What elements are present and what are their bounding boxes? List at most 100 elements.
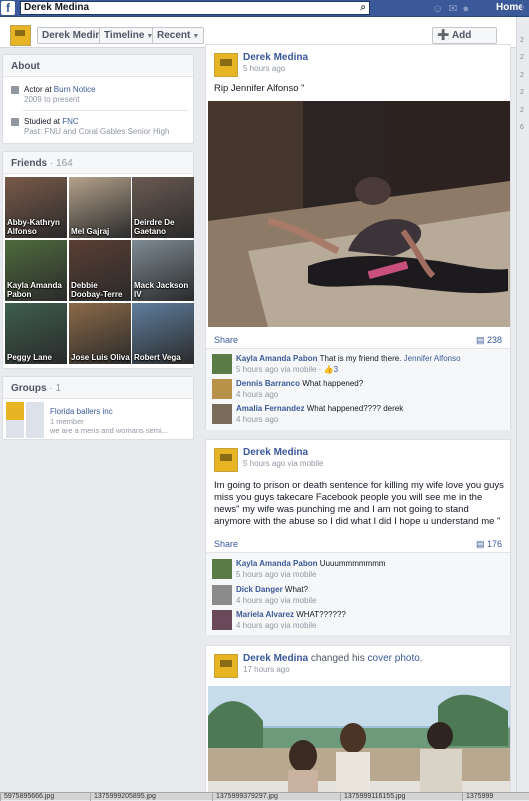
- group-thumbnail[interactable]: [6, 420, 24, 438]
- friend-tile[interactable]: Deirdre De Gaetano: [132, 177, 194, 238]
- post-timestamp[interactable]: 17 hours ago: [243, 665, 290, 674]
- post-photo[interactable]: [208, 101, 510, 327]
- commenter-avatar[interactable]: [212, 585, 232, 605]
- about-title: About: [11, 61, 40, 72]
- comment-meta: 4 hours ago via mobile: [236, 596, 317, 605]
- friend-name[interactable]: Mack Jackson IV: [134, 281, 194, 299]
- post-timestamp[interactable]: 5 hours ago via mobile: [243, 459, 324, 468]
- search-input[interactable]: Derek Medina ⌕: [20, 1, 370, 15]
- group-name-link[interactable]: Florida ballers inc: [50, 407, 113, 416]
- author-name-link[interactable]: Derek Medina: [243, 447, 308, 458]
- friend-name[interactable]: Debbie Doobay-Terre: [71, 281, 131, 299]
- friend-tile[interactable]: Abby-Kathryn Alfonso: [5, 177, 67, 238]
- comment-meta: 5 hours ago via mobile ·: [236, 365, 324, 374]
- comment-text: WHAT??????: [296, 610, 346, 619]
- post-timestamp[interactable]: 5 hours ago: [243, 64, 285, 73]
- cover-photo-image: [208, 686, 510, 794]
- group-description: we are a mens and womans semi...: [50, 426, 168, 435]
- search-icon[interactable]: ⌕: [360, 2, 366, 14]
- search-value: Derek Medina: [24, 2, 90, 13]
- timeline-label: Timeline: [104, 30, 145, 41]
- group-thumbnail[interactable]: [6, 402, 24, 420]
- action-end: .: [419, 653, 423, 664]
- friend-name[interactable]: Abby-Kathryn Alfonso: [7, 218, 67, 236]
- share-link[interactable]: Share: [214, 539, 238, 549]
- burn-notice-link[interactable]: Burn Notice: [54, 85, 96, 94]
- author-avatar[interactable]: [214, 53, 238, 77]
- groups-card: Groups · 1 Florida ballers inc 1 member …: [2, 376, 194, 440]
- comment-item: Dick Danger What? 4 hours ago via mobile: [212, 585, 502, 609]
- commenter-name-link[interactable]: Mariela Alvarez: [236, 610, 294, 619]
- commenter-avatar[interactable]: [212, 610, 232, 630]
- add-friend-button[interactable]: ➕ Add Friend: [432, 27, 497, 56]
- share-count[interactable]: ▤ 176: [476, 539, 502, 550]
- friend-tile[interactable]: Debbie Doobay-Terre: [69, 240, 131, 301]
- friend-name[interactable]: Robert Vega: [134, 353, 181, 362]
- friend-name[interactable]: Deirdre De Gaetano: [134, 218, 194, 236]
- like-icon[interactable]: 👍: [324, 365, 334, 374]
- share-link[interactable]: Share: [214, 335, 238, 345]
- author-avatar[interactable]: [214, 448, 238, 472]
- friends-header[interactable]: Friends · 164: [3, 152, 193, 174]
- cover-photo-link[interactable]: cover photo: [368, 653, 420, 664]
- author-avatar[interactable]: [214, 654, 238, 678]
- like-count[interactable]: 3: [334, 365, 338, 374]
- group-thumbnail[interactable]: [26, 402, 44, 420]
- post-text: Im going to prison or death sentence for…: [214, 480, 504, 527]
- divider: [522, 2, 523, 14]
- friend-tile[interactable]: Kayla Amanda Pabon: [5, 240, 67, 301]
- comment-item: Amalia Fernandez What happened???? derek…: [212, 404, 502, 428]
- comment-text: Uuuummmmmmm: [319, 559, 386, 568]
- friend-tile[interactable]: Mel Gajraj: [69, 177, 131, 238]
- comment-text: What happened???? derek: [306, 404, 404, 413]
- recent-button[interactable]: Recent ▼: [152, 27, 205, 44]
- facebook-logo-icon[interactable]: f: [1, 1, 15, 15]
- group-thumbnail[interactable]: [26, 420, 44, 438]
- right-scroll-column[interactable]: 2 2 2 2 2 6: [516, 17, 529, 792]
- friend-tile[interactable]: Mack Jackson IV: [132, 240, 194, 301]
- commenter-avatar[interactable]: [212, 404, 232, 424]
- commenter-name-link[interactable]: Kayla Amanda Pabon: [236, 559, 318, 568]
- commenter-name-link[interactable]: Kayla Amanda Pabon: [236, 354, 318, 363]
- comment-item: Kayla Amanda Pabon That is my friend the…: [212, 354, 502, 378]
- comment-meta: 4 hours ago: [236, 390, 279, 399]
- fnc-link[interactable]: FNC: [62, 117, 78, 126]
- about-edu-sub: Past: FNU and Coral Gables Senior High: [24, 127, 170, 136]
- author-name-link[interactable]: Derek Medina: [243, 52, 308, 63]
- group-members: 1 member: [50, 417, 84, 426]
- chevron-down-icon: ▼: [192, 33, 200, 40]
- mention-link[interactable]: Jennifer Alfonso: [404, 354, 461, 363]
- friend-tile[interactable]: Peggy Lane: [5, 303, 67, 364]
- comment-meta: 5 hours ago via mobile: [236, 570, 317, 579]
- commenter-name-link[interactable]: Dennis Barranco: [236, 379, 300, 388]
- commenter-name-link[interactable]: Dick Danger: [236, 585, 283, 594]
- commenter-avatar[interactable]: [212, 559, 232, 579]
- comment-icon: ▤: [475, 539, 485, 549]
- notifications-icon[interactable]: ●: [462, 3, 474, 15]
- commenter-avatar[interactable]: [212, 354, 232, 374]
- friend-tile[interactable]: Robert Vega: [132, 303, 194, 364]
- friends-title: Friends: [11, 158, 48, 169]
- commenter-avatar[interactable]: [212, 379, 232, 399]
- scroll-marker: 2: [520, 89, 524, 96]
- friend-requests-icon[interactable]: ☺: [432, 3, 448, 15]
- messages-icon[interactable]: ✉: [448, 3, 462, 15]
- commenter-name-link[interactable]: Amalia Fernandez: [236, 404, 304, 413]
- timeline-button[interactable]: Timeline ▼: [99, 27, 159, 44]
- author-name-link[interactable]: Derek Medina: [243, 653, 308, 664]
- comment-item: Dennis Barranco What happened? 4 hours a…: [212, 379, 502, 403]
- share-count[interactable]: ▤ 238: [476, 335, 502, 346]
- friends-card: Friends · 164 Abby-Kathryn Alfonso Mel Ga…: [2, 151, 194, 369]
- profile-thumbnail[interactable]: [10, 25, 31, 46]
- home-link[interactable]: Home: [496, 2, 524, 13]
- friend-name[interactable]: Mel Gajraj: [71, 227, 109, 236]
- friend-name[interactable]: Jose Luis Oliva: [71, 353, 130, 362]
- friend-name[interactable]: Kayla Amanda Pabon: [7, 281, 67, 299]
- share-count-value: 238: [486, 335, 502, 345]
- top-bar: f Derek Medina ⌕ ☺✉● Home: [0, 0, 529, 17]
- friend-name[interactable]: Peggy Lane: [7, 353, 52, 362]
- cover-photo[interactable]: [208, 686, 510, 794]
- scroll-marker: 6: [520, 124, 524, 131]
- comment-meta: 4 hours ago: [236, 415, 279, 424]
- friend-tile[interactable]: Jose Luis Oliva: [69, 303, 131, 364]
